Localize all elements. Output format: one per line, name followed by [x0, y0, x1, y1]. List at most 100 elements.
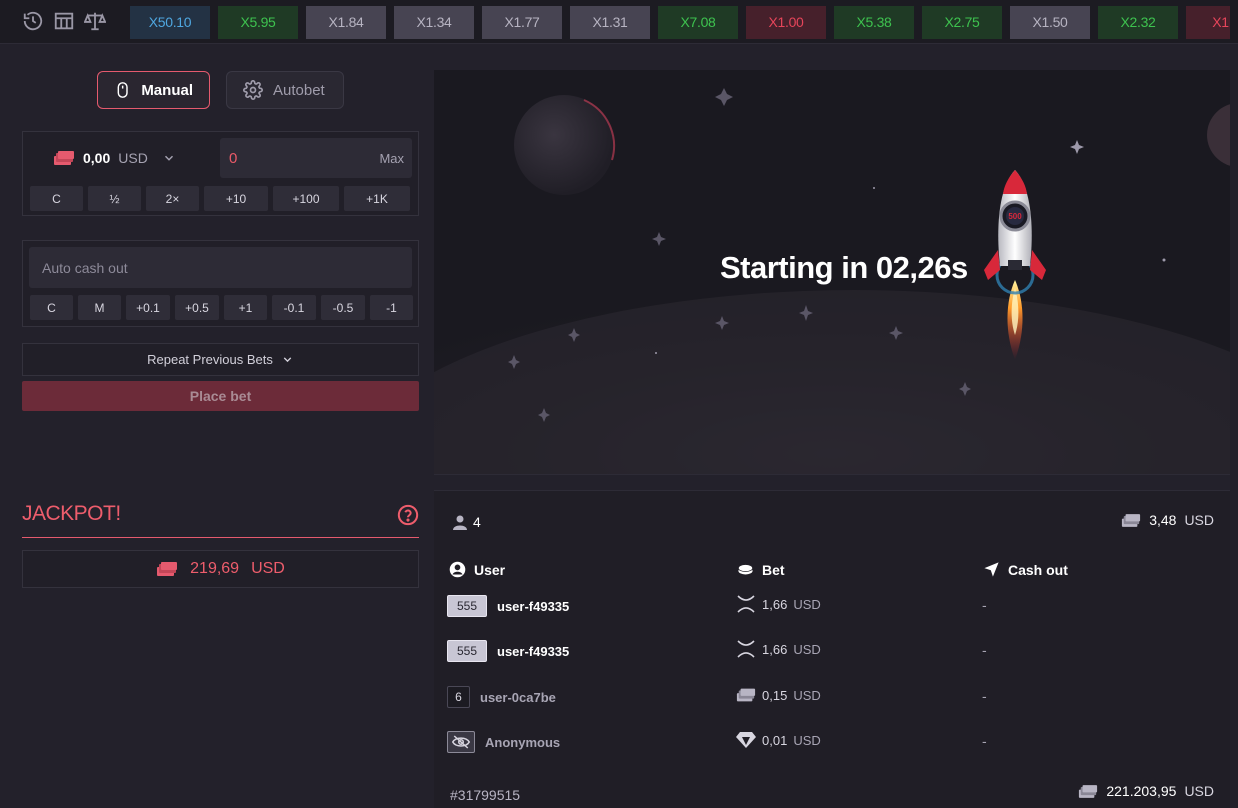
currency-selector[interactable]: 0,00 USD — [31, 138, 209, 178]
multiplier-item[interactable]: X2.32 — [1098, 6, 1178, 39]
multiplier-list: X50.10 X5.95 X1.84 X1.34 X1.77 X1.31 X7.08 X1.0… — [130, 6, 1230, 39]
jackpot-currency: USD — [251, 560, 285, 577]
money-icon — [54, 151, 74, 165]
round-id[interactable]: #31799515 — [450, 787, 520, 803]
user-circle-icon — [449, 561, 466, 578]
jackpot-title: JACKPOT! — [22, 502, 121, 525]
auto-cashout-box: Auto cash out C M +0.1 +0.5 +1 -0.1 -0.5 -1 — [22, 240, 419, 327]
players-count: 4 — [453, 514, 481, 530]
level-badge: 6 — [447, 686, 470, 708]
header-cashout[interactable]: Cash out — [983, 561, 1068, 578]
multiplier-item[interactable]: X1.34 — [394, 6, 474, 39]
max-button[interactable]: Max — [379, 151, 404, 166]
chip-button[interactable]: +1K — [344, 186, 410, 211]
multiplier-item[interactable]: X1.84 — [306, 6, 386, 39]
multiplier-item[interactable]: X1.0 — [1186, 6, 1230, 39]
username[interactable]: user-f49335 — [497, 599, 569, 614]
tab-manual[interactable]: Manual — [97, 71, 210, 109]
bets-table: 4 3,48 USD User Bet Cash out 555 user-f4… — [434, 490, 1230, 808]
bet-currency: USD — [793, 641, 821, 657]
help-icon[interactable] — [397, 504, 419, 526]
header-bet[interactable]: Bet — [737, 561, 785, 578]
multiplier-item[interactable]: X5.38 — [834, 6, 914, 39]
multiplier-item[interactable]: X5.95 — [218, 6, 298, 39]
bet-currency: USD — [793, 732, 821, 748]
row-user: Anonymous — [447, 731, 560, 753]
username[interactable]: user-f49335 — [497, 644, 569, 659]
gear-icon — [243, 80, 263, 100]
jackpot-value: 219,69 — [190, 560, 240, 577]
bet-value: 1,66 — [762, 641, 788, 657]
balance-currency: USD — [118, 150, 148, 166]
rocket-badge: 500 — [1008, 212, 1022, 221]
balance-amount: 0,00 — [83, 150, 111, 166]
players-count-value: 4 — [473, 514, 481, 530]
grand-total-value: 221.203,95 — [1106, 783, 1177, 799]
grand-total: 221.203,95 USD — [1078, 783, 1214, 799]
user-icon — [453, 515, 467, 530]
multiplier-item[interactable]: X1.50 — [1010, 6, 1090, 39]
chip-button[interactable]: -0.1 — [272, 295, 316, 320]
table-icon[interactable] — [53, 10, 75, 32]
chip-button[interactable]: +1 — [224, 295, 267, 320]
header-bet-label: Bet — [762, 561, 785, 578]
cashout-value: - — [982, 597, 987, 613]
grand-total-currency: USD — [1184, 783, 1214, 799]
chip-button[interactable]: 2× — [146, 186, 199, 211]
table-row: 555 user-f49335 1,66 USD - — [434, 589, 1230, 625]
chip-button[interactable]: M — [78, 295, 121, 320]
cashout-value: - — [982, 688, 987, 704]
header-user[interactable]: User — [449, 561, 505, 578]
chip-button[interactable]: +100 — [273, 186, 339, 211]
bet-input-value: 0 — [229, 149, 238, 167]
total-bet: 3,48 USD — [1121, 512, 1214, 528]
send-icon — [984, 562, 999, 577]
chip-button[interactable]: +10 — [204, 186, 268, 211]
bet-panel: Manual Autobet 0,00 USD 0 Max C ½ 2× +10 +10… — [6, 44, 432, 808]
multiplier-item[interactable]: X1.77 — [482, 6, 562, 39]
chip-button[interactable]: +0.5 — [175, 295, 219, 320]
multiplier-item[interactable]: X50.10 — [130, 6, 210, 39]
table-row: 555 user-f49335 1,66 USD - — [434, 634, 1230, 670]
repeat-previous-bets-dropdown[interactable]: Repeat Previous Bets — [22, 343, 419, 376]
tab-autobet[interactable]: Autobet — [226, 71, 344, 109]
chip-button[interactable]: C — [30, 295, 73, 320]
username[interactable]: Anonymous — [485, 735, 560, 750]
chip-button[interactable]: C — [30, 186, 83, 211]
scale-icon[interactable] — [84, 10, 106, 32]
chip-button[interactable]: ½ — [88, 186, 141, 211]
header-cashout-label: Cash out — [1008, 561, 1068, 578]
cashout-value: - — [982, 733, 987, 749]
cashout-value: - — [982, 642, 987, 658]
jackpot-header: JACKPOT! — [22, 502, 419, 538]
chip-button[interactable]: +0.1 — [126, 295, 170, 320]
row-bet: 0,15 USD — [736, 686, 821, 704]
bet-value: 0,01 — [762, 732, 788, 748]
multiplier-history-bar: X50.10 X5.95 X1.84 X1.34 X1.77 X1.31 X7.08 X1.0… — [0, 0, 1238, 44]
history-icon[interactable] — [22, 10, 44, 32]
multiplier-item[interactable]: X1.31 — [570, 6, 650, 39]
level-badge: 555 — [447, 640, 487, 662]
bet-amount-box: 0,00 USD 0 Max C ½ 2× +10 +100 +1K — [22, 131, 419, 216]
auto-cashout-chips: C M +0.1 +0.5 +1 -0.1 -0.5 -1 — [30, 295, 413, 320]
jackpot-amount: 219,69 USD — [22, 550, 419, 588]
username[interactable]: user-0ca7be — [480, 690, 556, 705]
row-user: 555 user-f49335 — [447, 595, 569, 617]
money-icon — [157, 562, 178, 576]
chip-button[interactable]: -1 — [370, 295, 413, 320]
multiplier-item[interactable]: X7.08 — [658, 6, 738, 39]
place-bet-button[interactable]: Place bet — [22, 381, 419, 411]
top-icons — [22, 10, 106, 32]
countdown-text: Starting in 02,26s — [720, 250, 968, 285]
x-icon — [736, 595, 756, 613]
x-icon — [736, 640, 756, 658]
total-bet-value: 3,48 — [1149, 512, 1177, 528]
mouse-icon — [117, 82, 128, 98]
chip-button[interactable]: -0.5 — [321, 295, 365, 320]
multiplier-item[interactable]: X2.75 — [922, 6, 1002, 39]
auto-cashout-input[interactable]: Auto cash out — [29, 247, 412, 288]
chevron-down-icon — [283, 357, 292, 363]
multiplier-item[interactable]: X1.00 — [746, 6, 826, 39]
bet-amount-input[interactable]: 0 Max — [220, 138, 412, 178]
bet-chips: C ½ 2× +10 +100 +1K — [30, 186, 410, 211]
